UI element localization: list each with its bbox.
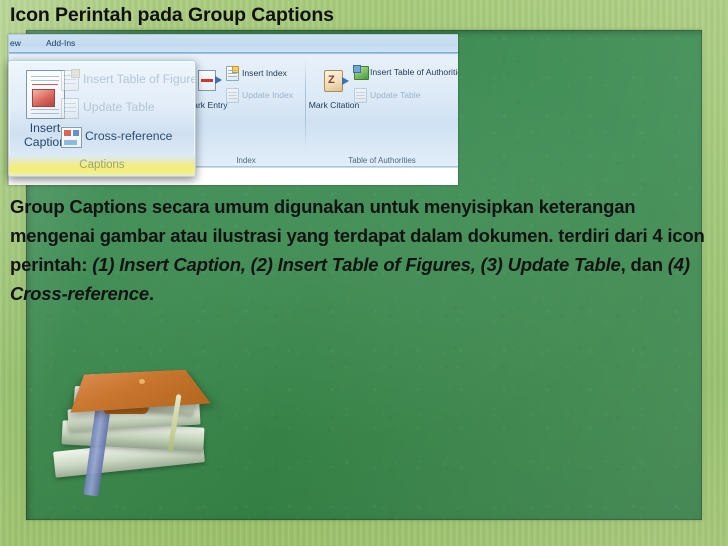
tab-view[interactable]: ew — [10, 38, 21, 48]
group-label-index: Index — [236, 156, 256, 165]
insert-index-icon[interactable] — [226, 66, 239, 81]
update-table-authorities-label: Update Table — [370, 90, 421, 100]
mark-citation-label[interactable]: Mark Citation — [308, 100, 360, 110]
update-index-label: Update Index — [242, 90, 294, 100]
ribbon-group-table-of-authorities: Z Mark Citation Insert Table of Authorit… — [306, 54, 458, 166]
graduation-cap-button — [139, 379, 145, 384]
callout-group-label-bar: Captions — [9, 156, 195, 176]
page-title: Icon Perintah pada Group Captions — [10, 4, 334, 26]
callout-update-table-label: Update Table — [83, 100, 155, 114]
body-segment-normal-3: . — [148, 283, 154, 304]
callout-group-label: Captions — [79, 159, 125, 171]
callout-cross-reference-icon[interactable] — [61, 127, 82, 148]
tab-add-ins[interactable]: Add-Ins — [46, 38, 75, 48]
callout-cross-reference-label[interactable]: Cross-reference — [85, 129, 172, 143]
body-segment-italic-1: (1) Insert Caption, (2) Insert Table of … — [92, 254, 621, 275]
mark-citation-icon[interactable]: Z — [324, 70, 349, 92]
ribbon-group-index: Mark Entry Insert Index Update Index Ind… — [186, 54, 306, 166]
insert-table-of-authorities-icon[interactable] — [353, 65, 369, 80]
callout-insert-caption-icon[interactable] — [26, 70, 65, 119]
callout-insert-table-of-figures-label: Insert Table of Figures — [83, 72, 196, 86]
slide: Icon Perintah pada Group Captions ew Add… — [0, 0, 728, 546]
body-segment-normal-2: , dan — [620, 254, 668, 275]
callout-update-table-icon — [61, 98, 79, 119]
group-label-table-of-authorities: Table of Authorities — [348, 156, 416, 165]
update-index-icon — [226, 88, 239, 103]
body-text: Group Captions secara umum digunakan unt… — [10, 192, 716, 308]
insert-index-label[interactable]: Insert Index — [242, 68, 287, 78]
callout-insert-table-of-figures-icon — [61, 69, 80, 91]
mark-entry-icon[interactable] — [198, 70, 222, 91]
captions-group-callout: Insert Caption Insert Table of Figures U… — [8, 60, 196, 177]
insert-table-of-authorities-label[interactable]: Insert Table of Authorities — [370, 67, 458, 77]
graduation-cap-illustration — [40, 348, 258, 514]
update-table-authorities-icon — [354, 88, 367, 103]
